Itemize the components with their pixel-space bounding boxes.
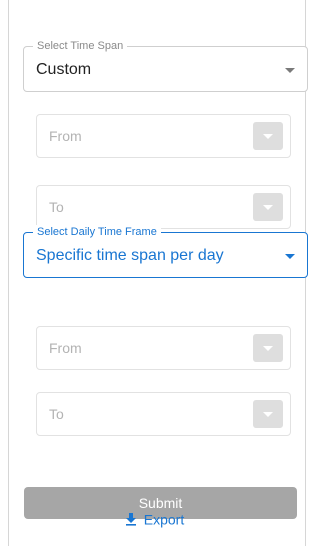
span-from-placeholder: From	[49, 128, 82, 144]
daily-time-frame-select[interactable]: Select Daily Time Frame Specific time sp…	[23, 225, 308, 278]
span-to-picker[interactable]: To	[36, 185, 291, 229]
daily-to-placeholder: To	[49, 406, 64, 422]
daily-time-frame-value: Specific time span per day	[36, 247, 224, 264]
time-span-label: Select Time Span	[33, 39, 128, 53]
chevron-down-icon	[285, 68, 295, 73]
chevron-down-icon	[263, 346, 273, 351]
daily-from-dropdown-button[interactable]	[253, 334, 283, 362]
time-span-value: Custom	[36, 61, 92, 78]
daily-time-frame-label: Select Daily Time Frame	[33, 225, 161, 239]
span-to-placeholder: To	[49, 199, 64, 215]
chevron-down-icon	[263, 134, 273, 139]
daily-to-dropdown-button[interactable]	[253, 400, 283, 428]
download-icon	[125, 513, 136, 526]
span-to-dropdown-button[interactable]	[253, 193, 283, 221]
export-label: Export	[143, 511, 185, 528]
span-from-picker[interactable]: From	[36, 114, 291, 158]
daily-to-picker[interactable]: To	[36, 392, 291, 436]
chevron-down-icon	[263, 412, 273, 417]
span-from-dropdown-button[interactable]	[253, 122, 283, 150]
daily-from-placeholder: From	[49, 340, 82, 356]
time-span-select[interactable]: Select Time Span Custom	[23, 39, 308, 92]
chevron-down-icon	[285, 254, 295, 259]
chevron-down-icon	[263, 205, 273, 210]
daily-from-picker[interactable]: From	[36, 326, 291, 370]
export-link[interactable]: Export	[0, 508, 308, 528]
